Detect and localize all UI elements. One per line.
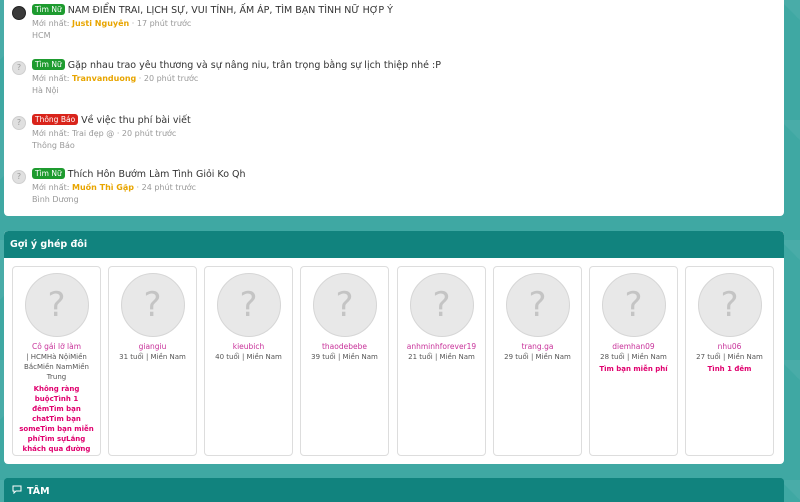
profile-meta: 39 tuổi | Miền Nam [311, 353, 378, 361]
profile-placeholder-icon[interactable]: ? [697, 273, 762, 337]
thread-prefix-badge[interactable]: Thông Báo [32, 114, 79, 125]
profile-card[interactable]: ? thaodebebe 39 tuổi | Miền Nam [300, 266, 389, 456]
latest-label: Mới nhất: [32, 19, 70, 28]
profile-meta: 21 tuổi | Miền Nam [408, 353, 475, 361]
profile-name-link[interactable]: giangiu [109, 342, 196, 352]
latest-label: Mới nhất: [32, 129, 70, 138]
match-panel-title: Gợi ý ghép đôi [4, 231, 784, 258]
profile-name-link[interactable]: diemhan09 [590, 342, 677, 352]
profile-name-link[interactable]: anhminhforever19 [398, 342, 485, 352]
user-avatar[interactable]: ? [12, 116, 26, 130]
user-avatar[interactable] [12, 6, 26, 20]
thread-forum-location[interactable]: Hà Nội [32, 85, 59, 96]
thread-forum-location[interactable]: Bình Dương [32, 194, 79, 205]
match-card-list: ? Cô gái lỡ làm | HCMHà NộiMiền BắcMiền … [12, 266, 782, 456]
thread-title-link[interactable]: Thích Hôn Bướm Làm Tình Giỏi Ko Qh [68, 169, 246, 180]
profile-meta: 31 tuổi | Miền Nam [119, 353, 186, 361]
profile-placeholder-icon[interactable]: ? [409, 273, 474, 337]
latest-time: · 24 phút trước [136, 183, 197, 192]
profile-meta: 29 tuổi | Miền Nam [504, 353, 571, 361]
profile-name-link[interactable]: nhu06 [686, 342, 773, 352]
match-suggestions-panel: Gợi ý ghép đôi ? Cô gái lỡ làm | HCMHà N… [4, 231, 784, 464]
thread-list-panel: Tìm Nữ NAM ĐIỂN TRAI, LỊCH SỰ, VUI TÍNH, … [4, 0, 784, 216]
profile-placeholder-icon[interactable]: ? [505, 273, 570, 337]
user-avatar[interactable]: ? [12, 170, 26, 184]
profile-tags [205, 362, 292, 364]
profile-placeholder-icon[interactable]: ? [24, 273, 89, 337]
profile-card[interactable]: ? nhu06 27 tuổi | Miền Nam Tình 1 đêm [685, 266, 774, 456]
latest-time: · 20 phút trước [116, 129, 177, 138]
profile-card[interactable]: ? kieubich 40 tuổi | Miền Nam [204, 266, 293, 456]
latest-user-link[interactable]: Trai đẹp @ [72, 129, 114, 138]
latest-label: Mới nhất: [32, 74, 70, 83]
profile-tags [301, 362, 388, 364]
profile-tags [494, 362, 581, 364]
latest-time: · 17 phút trước [131, 19, 192, 28]
profile-card[interactable]: ? Cô gái lỡ làm | HCMHà NộiMiền BắcMiền … [12, 266, 101, 456]
user-avatar[interactable]: ? [12, 61, 26, 75]
thread-forum-location[interactable]: Thông Báo [32, 140, 75, 151]
tam-section-title: TÂM [27, 486, 50, 497]
tam-section-header[interactable]: TÂM [4, 478, 784, 502]
profile-tags [109, 362, 196, 364]
profile-tags: Không ràng buộcTình 1 đêmTìm bạn chatTìm… [19, 385, 94, 453]
latest-user-link[interactable]: Justi Nguyên [72, 19, 129, 28]
thread-title-link[interactable]: Về việc thu phí bài viết [81, 115, 191, 126]
latest-time: · 20 phút trước [138, 74, 199, 83]
profile-name-link[interactable]: thaodebebe [301, 342, 388, 352]
thread-prefix-badge[interactable]: Tìm Nữ [32, 4, 65, 15]
profile-meta: 40 tuổi | Miền Nam [215, 353, 282, 361]
thread-prefix-badge[interactable]: Tìm Nữ [32, 59, 65, 70]
profile-placeholder-icon[interactable]: ? [216, 273, 281, 337]
profile-placeholder-icon[interactable]: ? [312, 273, 377, 337]
thread-prefix-badge[interactable]: Tìm Nữ [32, 168, 65, 179]
tam-section-panel: TÂM [4, 478, 784, 502]
latest-user-link[interactable]: Muốn Thì Gặp [72, 183, 134, 192]
latest-label: Mới nhất: [32, 183, 70, 192]
latest-user-link[interactable]: Tranvanduong [72, 74, 136, 83]
profile-tags: Tìm bạn miễn phí [599, 365, 668, 373]
profile-tags: Tình 1 đêm [707, 365, 752, 373]
profile-card[interactable]: ? trang.ga 29 tuổi | Miền Nam [493, 266, 582, 456]
profile-name-link[interactable]: trang.ga [494, 342, 581, 352]
profile-name-link[interactable]: Cô gái lỡ làm [13, 342, 100, 352]
profile-placeholder-icon[interactable]: ? [601, 273, 666, 337]
chat-icon [12, 479, 22, 502]
thread-forum-location[interactable]: HCM [32, 30, 51, 41]
profile-meta: | HCMHà NộiMiền BắcMiền NamMiền Trung [24, 353, 89, 381]
profile-meta: 27 tuổi | Miền Nam [696, 353, 763, 361]
profile-tags [398, 362, 485, 364]
profile-card[interactable]: ? giangiu 31 tuổi | Miền Nam [108, 266, 197, 456]
profile-card[interactable]: ? anhminhforever19 21 tuổi | Miền Nam [397, 266, 486, 456]
profile-name-link[interactable]: kieubich [205, 342, 292, 352]
profile-placeholder-icon[interactable]: ? [120, 273, 185, 337]
thread-title-link[interactable]: Gặp nhau trao yêu thương và sự nâng niu,… [68, 60, 441, 71]
profile-card[interactable]: ? diemhan09 28 tuổi | Miền Nam Tìm bạn m… [589, 266, 678, 456]
thread-title-link[interactable]: NAM ĐIỂN TRAI, LỊCH SỰ, VUI TÍNH, ẤM ÁP,… [68, 5, 393, 16]
profile-meta: 28 tuổi | Miền Nam [600, 353, 667, 361]
